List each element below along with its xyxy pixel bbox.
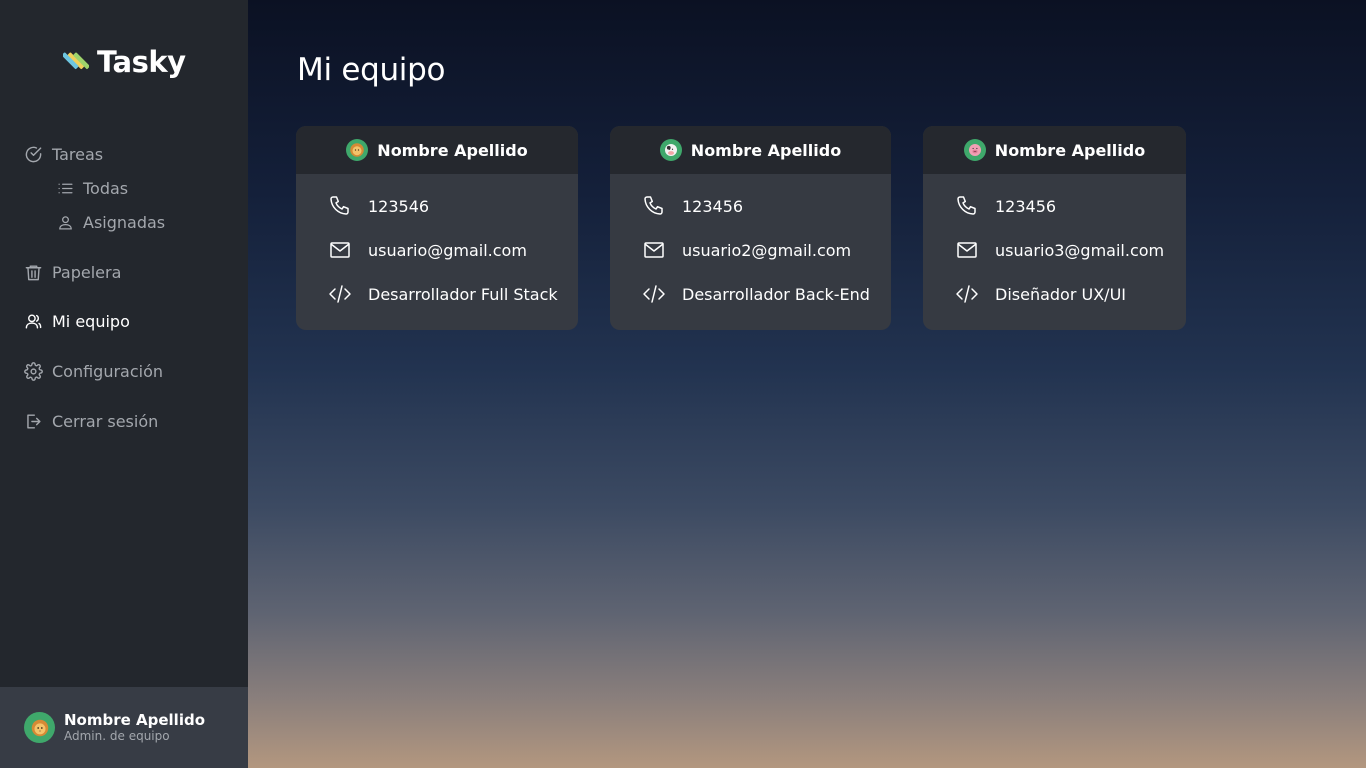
- member-email: usuario2@gmail.com: [682, 240, 852, 260]
- nav-assigned-label: Asignadas: [83, 212, 166, 232]
- member-role-row: Desarrollador Back-End: [610, 282, 891, 306]
- phone-icon: [957, 196, 976, 215]
- nav-logout[interactable]: Cerrar sesión: [24, 409, 158, 433]
- member-phone: 123456: [995, 196, 1057, 216]
- lion-avatar-icon: [24, 712, 55, 743]
- nav-all-label: Todas: [83, 178, 129, 198]
- sidebar: Tasky Tareas Todas Asignadas Papelera Mi…: [0, 0, 248, 768]
- member-role: Diseñador UX/UI: [995, 284, 1126, 304]
- logout-icon: [27, 413, 41, 429]
- cow-avatar-icon: [659, 139, 682, 161]
- member-role: Desarrollador Full Stack: [368, 284, 558, 304]
- team-member-card[interactable]: Nombre Apellido 123546 usuario@gmail.com…: [296, 126, 578, 330]
- member-role-row: Desarrollador Full Stack: [296, 282, 578, 306]
- nav-logout-label: Cerrar sesión: [52, 411, 159, 431]
- member-name: Nombre Apellido: [377, 140, 528, 160]
- team-member-card[interactable]: Nombre Apellido 123456 usuario2@gmail.co…: [610, 126, 891, 330]
- profile-name: Nombre Apellido: [64, 711, 206, 729]
- member-name: Nombre Apellido: [690, 140, 842, 160]
- trash-icon: [25, 264, 42, 280]
- member-phone: 123546: [368, 196, 430, 216]
- mail-icon: [957, 242, 977, 258]
- nav-assigned[interactable]: Asignadas: [57, 210, 165, 234]
- user-icon: [59, 215, 72, 230]
- nav-settings[interactable]: Configuración: [24, 359, 163, 383]
- card-header: Nombre Apellido: [296, 126, 578, 174]
- mail-icon: [644, 242, 664, 258]
- team-icon: [25, 313, 42, 329]
- code-icon: [329, 285, 351, 303]
- member-phone: 123456: [682, 196, 744, 216]
- nav-team-label: Mi equipo: [52, 311, 130, 331]
- profile-role: Admin. de equipo: [64, 729, 170, 743]
- nav-all[interactable]: Todas: [57, 176, 128, 200]
- list-icon: [58, 183, 73, 193]
- code-icon: [956, 285, 978, 303]
- member-email-row: usuario2@gmail.com: [610, 238, 891, 262]
- member-email: usuario@gmail.com: [368, 240, 527, 260]
- user-profile[interactable]: Nombre Apellido Admin. de equipo: [0, 687, 248, 768]
- member-email-row: usuario3@gmail.com: [923, 238, 1186, 262]
- pig-avatar-icon: [963, 139, 986, 161]
- nav-trash-label: Papelera: [52, 262, 122, 282]
- lion-avatar-icon: [346, 139, 369, 161]
- nav-settings-label: Configuración: [52, 361, 164, 381]
- nav-tasks-label: Tareas: [52, 144, 104, 164]
- check-circle-icon: [25, 146, 42, 162]
- gear-icon: [24, 361, 43, 381]
- card-header: Nombre Apellido: [923, 126, 1186, 174]
- team-member-card[interactable]: Nombre Apellido 123456 usuario3@gmail.co…: [923, 126, 1186, 330]
- code-icon: [643, 285, 665, 303]
- member-role: Desarrollador Back-End: [682, 284, 870, 304]
- mail-icon: [330, 242, 350, 258]
- member-role-row: Diseñador UX/UI: [923, 282, 1186, 306]
- app-logo[interactable]: Tasky: [63, 42, 186, 82]
- member-phone-row: 123546: [296, 194, 578, 218]
- member-name: Nombre Apellido: [994, 140, 1146, 160]
- member-email-row: usuario@gmail.com: [296, 238, 578, 262]
- logo-icon: [63, 52, 89, 70]
- card-header: Nombre Apellido: [610, 126, 891, 174]
- phone-icon: [644, 196, 663, 215]
- nav-team[interactable]: Mi equipo: [24, 309, 130, 333]
- page-title: Mi equipo: [297, 52, 446, 88]
- nav-tasks[interactable]: Tareas: [24, 142, 103, 166]
- member-phone-row: 123456: [610, 194, 891, 218]
- member-email: usuario3@gmail.com: [995, 240, 1165, 260]
- nav-trash[interactable]: Papelera: [24, 260, 121, 284]
- main-content: Mi equipo Nombre Apellido 123546 usuario…: [248, 0, 1366, 768]
- app-name: Tasky: [97, 45, 186, 79]
- phone-icon: [330, 196, 349, 215]
- member-phone-row: 123456: [923, 194, 1186, 218]
